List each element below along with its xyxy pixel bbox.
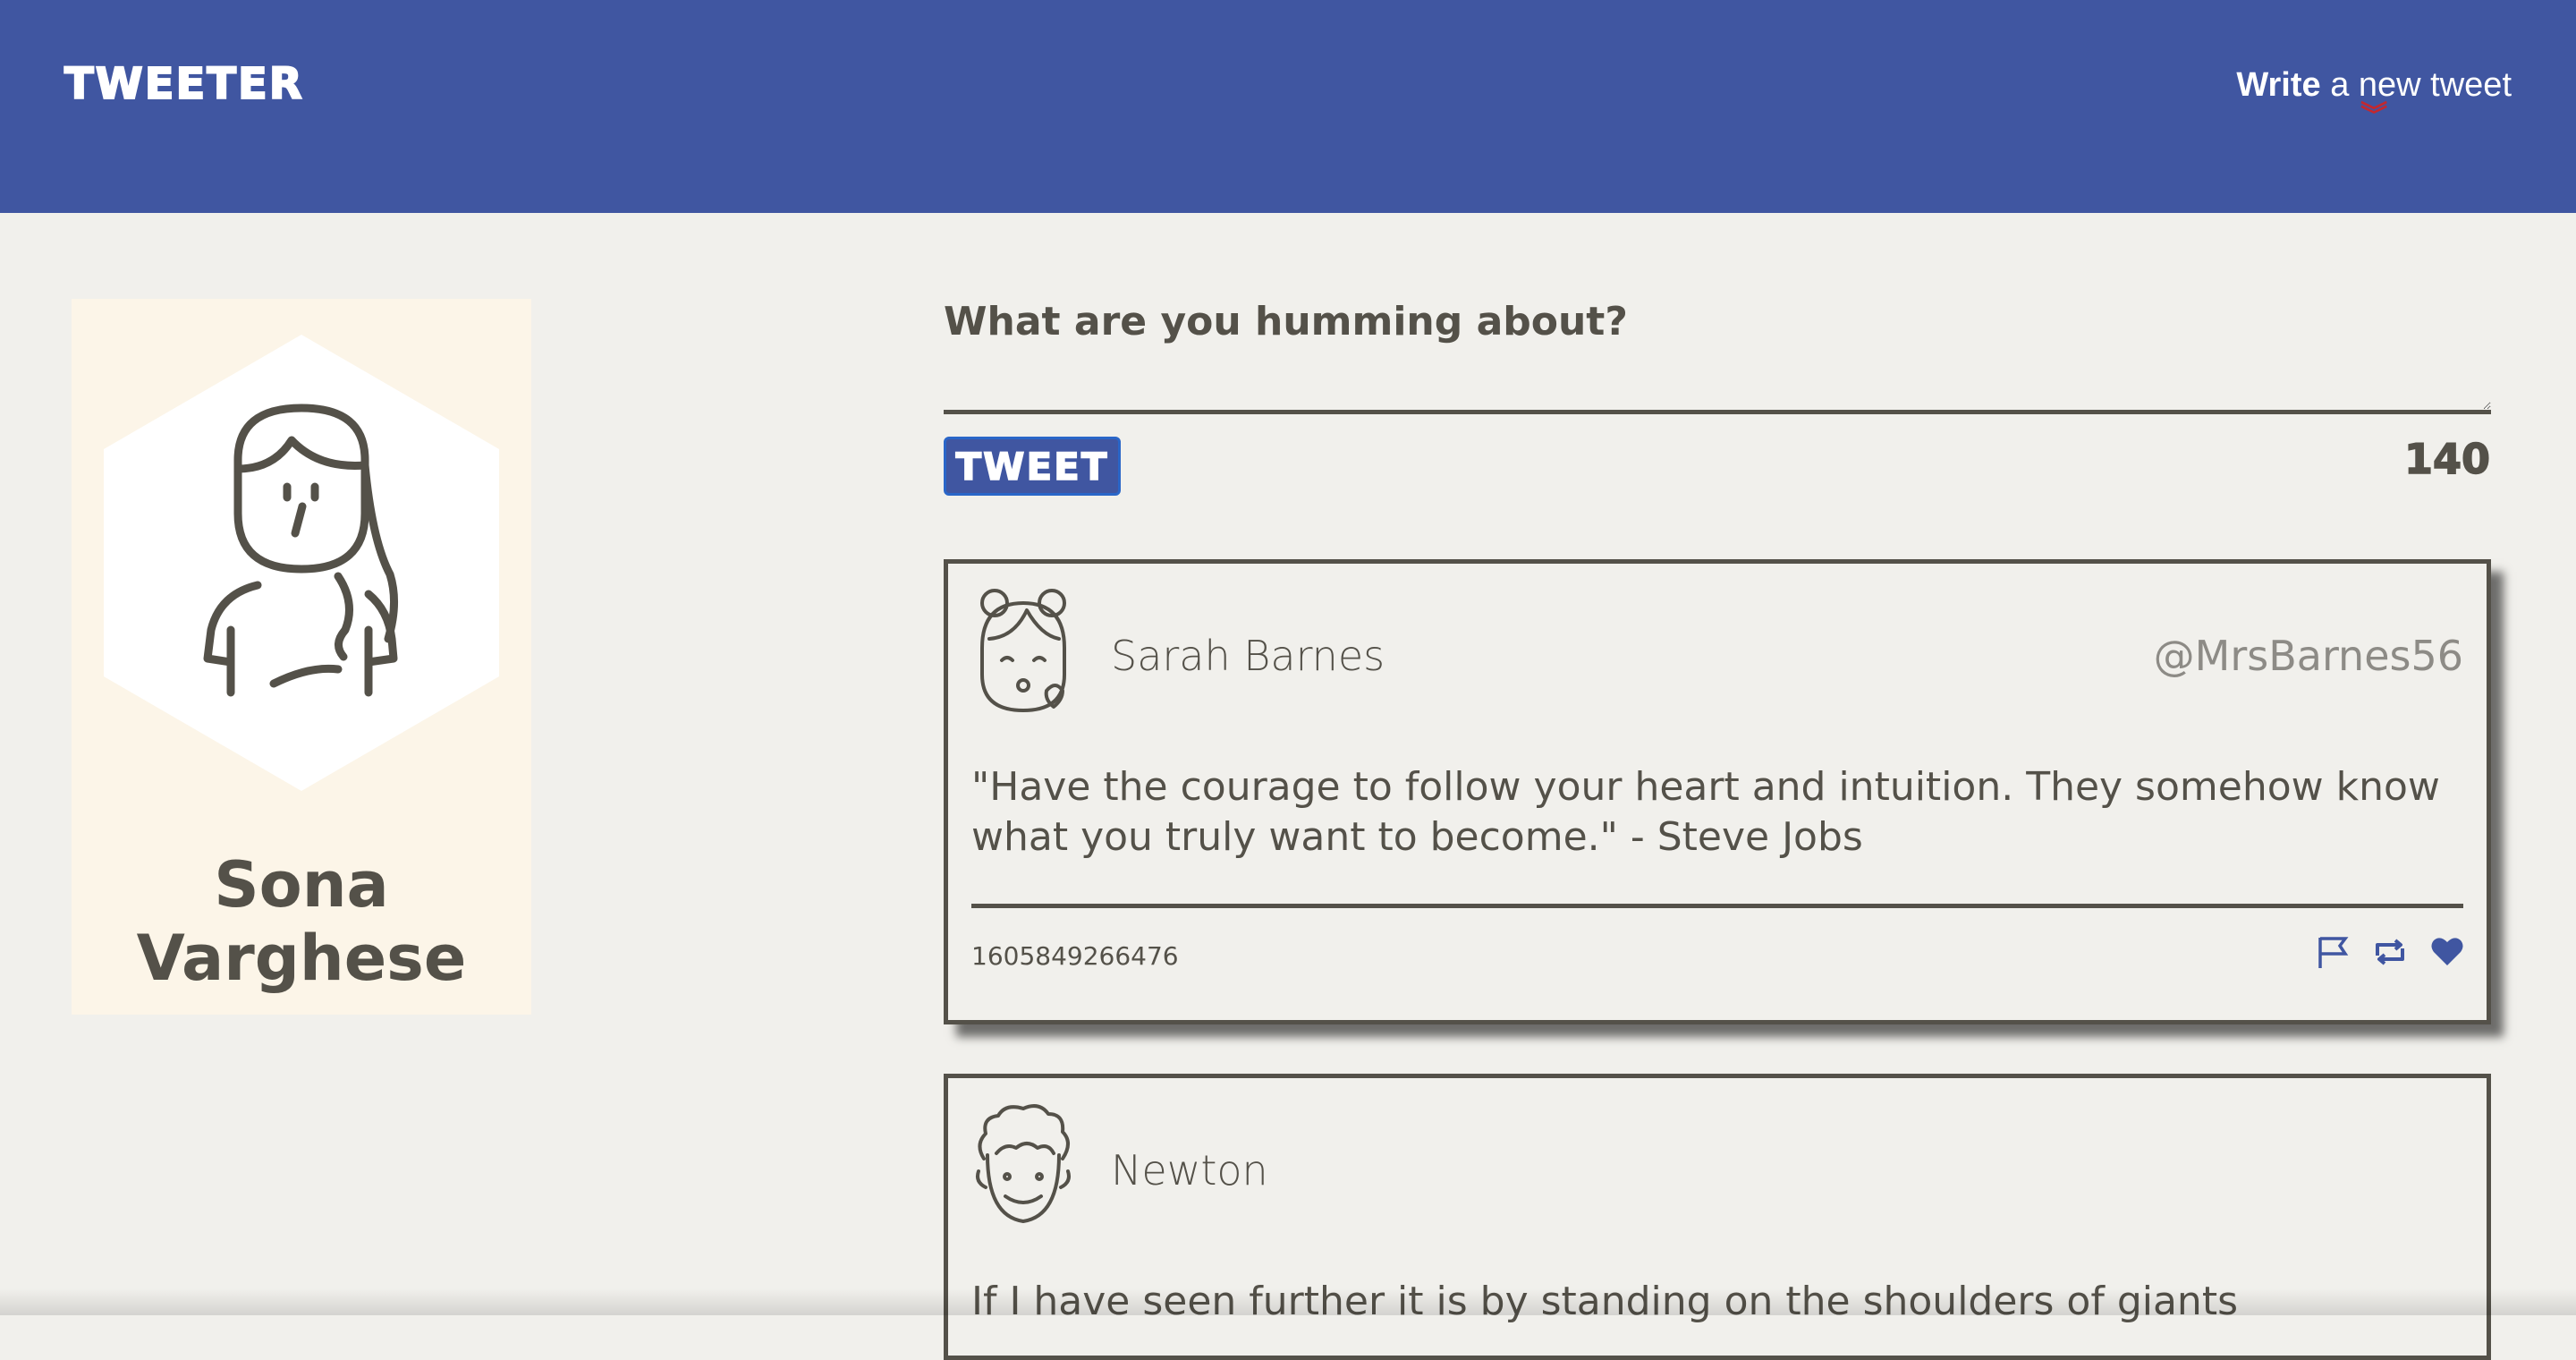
girl-kiss-avatar-icon	[980, 589, 1066, 712]
compose-label: What are you humming about?	[944, 299, 1628, 344]
tweet-actions	[2315, 934, 2465, 970]
tweet-author-handle: @MrsBarnes56	[2153, 632, 2463, 680]
tweet-button[interactable]: TWEET	[944, 437, 1121, 496]
flag-icon[interactable]	[2315, 934, 2351, 970]
profile-name: Sona Varghese	[136, 848, 467, 995]
tweet-body: "Have the courage to follow your heart a…	[971, 764, 2440, 860]
tweet-card: Newton If I have seen further it is by s…	[944, 1074, 2491, 1360]
tweet-textarea[interactable]	[944, 356, 2491, 414]
brand-logo[interactable]: TWEETER	[64, 58, 304, 110]
tweet-timestamp: 1605849266476	[971, 941, 1179, 971]
viewport-bottom-fade	[0, 1288, 2576, 1315]
tweet-author-name: Newton	[1111, 1146, 1268, 1194]
heart-icon[interactable]	[2429, 934, 2465, 970]
profile-avatar	[104, 335, 499, 791]
curly-hair-man-avatar-icon	[976, 1104, 1071, 1223]
tweet-author-name: Sarah Barnes	[1111, 632, 1385, 680]
hexagon-frame	[104, 335, 499, 791]
write-label: Write	[2236, 66, 2321, 104]
tweet-divider	[971, 904, 2463, 908]
retweet-icon[interactable]	[2372, 934, 2408, 970]
tweet-card: Sarah Barnes @MrsBarnes56 "Have the cour…	[944, 559, 2491, 1024]
double-chevron-down-icon[interactable]: ︾	[2236, 103, 2512, 130]
profile-card: Sona Varghese	[72, 299, 531, 1015]
new-tweet-label: a new tweet	[2320, 66, 2512, 104]
char-counter: 140	[2403, 434, 2491, 484]
top-nav: TWEETER Write a new tweet ︾	[0, 0, 2576, 213]
write-tweet-toggle[interactable]: Write a new tweet ︾	[2236, 66, 2512, 130]
